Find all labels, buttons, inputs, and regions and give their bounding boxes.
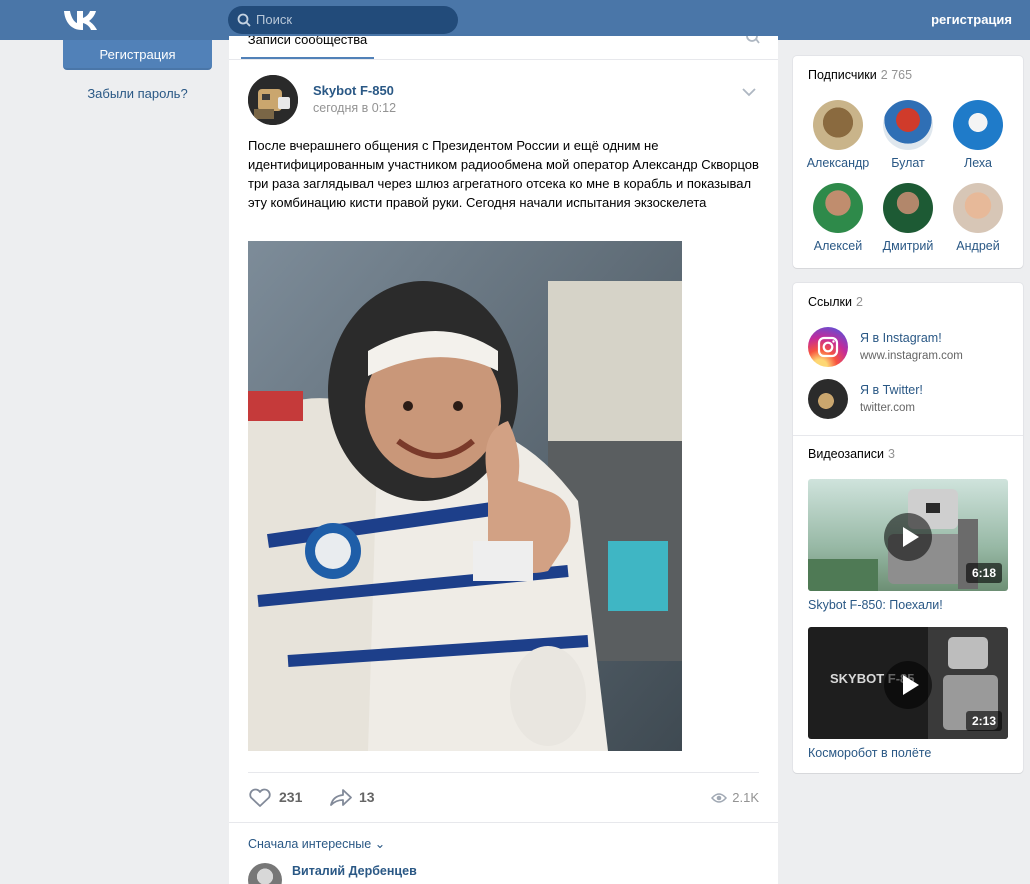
subscriber-item[interactable]: Александр [800,100,876,170]
like-count[interactable]: 231 [279,789,302,805]
wall-post: Skybot F-850 сегодня в 0:12 После вчераш… [229,60,778,884]
subscribers-title[interactable]: Подписчики 2 765 [808,68,912,82]
video-title[interactable]: Skybot F-850: Поехали! [808,598,943,612]
instagram-glyph-icon [817,336,839,358]
tab-community-posts[interactable]: Записи сообщества [241,36,374,59]
link-twitter-url: twitter.com [860,402,915,414]
subscriber-item[interactable]: Дмитрий [870,183,946,253]
videos-count: 3 [888,447,895,461]
subscriber-name: Александр [806,156,870,170]
post-photo[interactable] [248,241,682,751]
subscribers-block: Подписчики 2 765 Александр Булат Леха Але… [793,56,1023,268]
post-actions: 231 13 2.1K [248,786,759,810]
chevron-down-icon[interactable] [742,88,756,97]
link-twitter[interactable]: Я в Twitter! [860,383,923,397]
divider [248,772,759,773]
instagram-icon[interactable] [808,327,848,367]
video-thumbnail[interactable]: SKYBOT F-85 2:13 [808,627,1008,739]
heart-icon[interactable] [248,788,272,808]
play-icon [903,675,919,695]
subscriber-avatar [953,183,1003,233]
links-count: 2 [856,295,863,309]
register-link[interactable]: регистрация [931,12,1012,27]
video-duration: 6:18 [965,563,1002,583]
eye-icon [711,793,727,803]
divider [229,822,778,823]
search-icon [237,13,251,27]
top-header: Поиск регистрация [0,0,1030,40]
register-button-label: Регистрация [99,47,176,62]
link-instagram-url: www.instagram.com [860,350,963,362]
search-placeholder: Поиск [256,12,293,27]
video-thumbnail[interactable]: 6:18 [808,479,1008,591]
tab-community-posts-label: Записи сообщества [247,36,368,47]
wall-search-icon[interactable] [746,36,760,46]
videos-title-label: Видеозаписи [808,447,885,461]
links-videos-block: Ссылки 2 Я в Instagram! www.instagram.com… [793,283,1023,773]
subscriber-avatar [883,100,933,150]
commenter-name[interactable]: Виталий Дербенцев [292,864,417,878]
videos-title[interactable]: Видеозаписи 3 [808,447,895,461]
subscriber-avatar [953,100,1003,150]
wall-tabs: Записи сообщества [229,36,778,60]
forgot-password-link[interactable]: Забыли пароль? [63,86,212,101]
video-title[interactable]: Косморобот в полёте [808,746,931,760]
comments-sort-label: Сначала интересные [248,837,372,851]
share-count[interactable]: 13 [359,789,375,805]
play-button[interactable] [884,513,932,561]
commenter-avatar[interactable] [248,863,282,884]
subscriber-name: Андрей [956,239,1000,253]
video-duration: 2:13 [965,711,1002,731]
subscriber-name: Булат [891,156,925,170]
subscribers-title-label: Подписчики [808,68,877,82]
subscriber-name: Леха [964,156,992,170]
subscriber-item[interactable]: Булат [870,100,946,170]
register-button[interactable]: Регистрация [63,40,212,70]
play-icon [903,527,919,547]
robot-avatar[interactable] [808,379,848,419]
view-count: 2.1K [732,790,759,805]
link-instagram[interactable]: Я в Instagram! [860,331,942,345]
astronaut-photo [248,241,682,751]
search-input[interactable]: Поиск [228,6,458,34]
post-author-name[interactable]: Skybot F-850 [313,83,394,98]
vk-logo-icon[interactable] [62,8,98,32]
subscriber-avatar [813,100,863,150]
chevron-down-icon: ⌄ [374,837,386,851]
robot-avatar-image [248,75,298,125]
post-author-avatar[interactable] [248,75,298,125]
post-text: После вчерашнего общения с Президентом Р… [248,138,759,210]
play-button[interactable] [884,661,932,709]
subscribers-count: 2 765 [880,68,913,82]
subscriber-item[interactable]: Алексей [800,183,876,253]
subscriber-name: Алексей [813,239,863,253]
post-date[interactable]: сегодня в 0:12 [313,101,396,115]
comments-sort-dropdown[interactable]: Сначала интересные ⌄ [248,836,385,851]
subscriber-item[interactable]: Андрей [940,183,1016,253]
subscriber-item[interactable]: Леха [940,100,1016,170]
subscriber-name: Дмитрий [882,239,934,253]
share-icon[interactable] [329,788,353,808]
divider [793,435,1023,436]
subscriber-avatar [883,183,933,233]
links-title[interactable]: Ссылки 2 [808,295,863,309]
links-title-label: Ссылки [808,295,853,309]
subscriber-avatar [813,183,863,233]
